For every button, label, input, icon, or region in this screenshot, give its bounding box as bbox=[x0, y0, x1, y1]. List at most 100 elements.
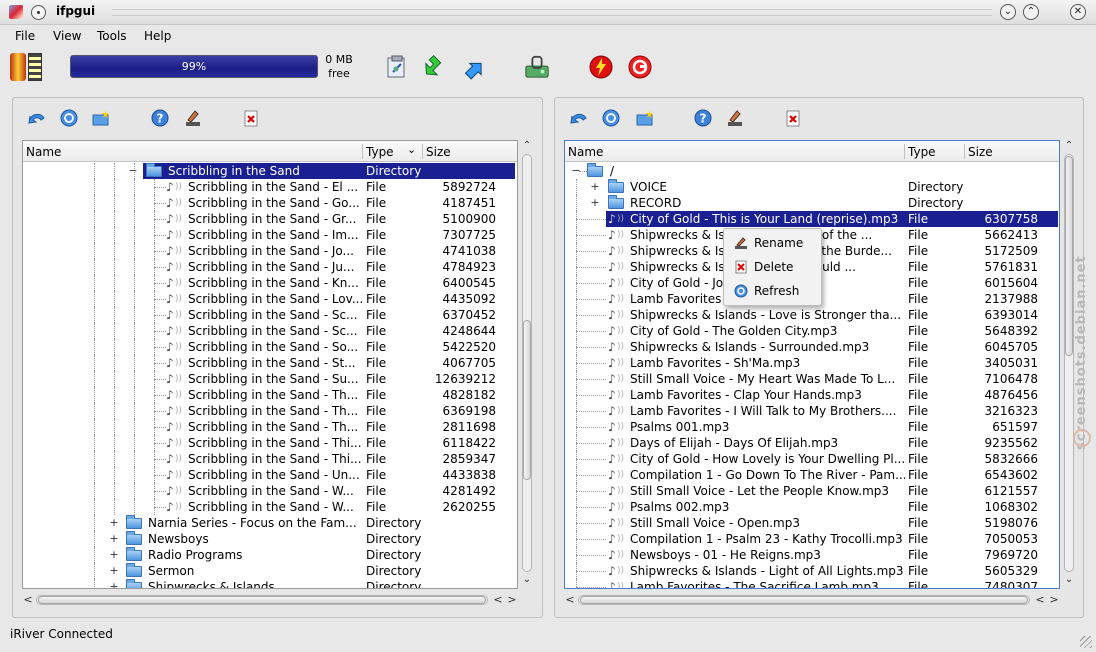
minimize-button[interactable]: ⌄ bbox=[1000, 4, 1016, 20]
scroll-down-icon[interactable]: ⌄ bbox=[520, 574, 534, 586]
menu-file[interactable]: File bbox=[15, 29, 35, 43]
tree-row-file[interactable]: ♪ Still Small Voice - Let the People Know… bbox=[565, 483, 1059, 499]
new-folder-icon[interactable] bbox=[635, 108, 655, 128]
tree-row-file[interactable]: ♪ Scribbling in the Sand - Th... File 48281… bbox=[23, 387, 517, 403]
menu-help[interactable]: Help bbox=[144, 29, 171, 43]
download-arrow-icon[interactable] bbox=[422, 54, 448, 80]
tree-row-file[interactable]: ♪ Scribbling in the Sand - Kn... File 64005… bbox=[23, 275, 517, 291]
tree-row-file[interactable]: ♪ Newsboys - 01 - He Reigns.mp3 File 796972… bbox=[565, 547, 1059, 563]
pin-icon[interactable] bbox=[31, 5, 46, 20]
tree-row-file[interactable]: ♪ Scribbling in the Sand - El ... File 5892… bbox=[23, 179, 517, 195]
tree-row-file[interactable]: ♪ Scribbling in the Sand - Lov...File 4435… bbox=[23, 291, 517, 307]
col-name[interactable]: Name bbox=[568, 145, 603, 159]
scroll-up-icon[interactable]: ⌃ bbox=[1062, 140, 1076, 152]
tree-row-file[interactable]: ♪ Shipwrecks & Islands - Surrounded.mp3 Fi… bbox=[565, 339, 1059, 355]
close-button[interactable]: ✕ bbox=[1070, 4, 1086, 20]
local-vscroll[interactable]: ⌃ ⌄ bbox=[520, 140, 534, 590]
scroll-left-icon[interactable]: < bbox=[564, 593, 576, 607]
refresh-icon[interactable] bbox=[59, 108, 79, 128]
tree-row-file[interactable]: ♪City of Gold - This is Your Land (repri… bbox=[565, 211, 1059, 227]
device-icon[interactable] bbox=[524, 54, 550, 80]
col-size[interactable]: Size bbox=[426, 145, 451, 159]
expand-icon[interactable]: + bbox=[590, 179, 600, 195]
col-type[interactable]: Type bbox=[366, 145, 394, 159]
upload-arrow-icon[interactable] bbox=[461, 54, 487, 80]
tree-row-folder[interactable]: + VOICE Directory bbox=[565, 179, 1059, 195]
rename-icon[interactable] bbox=[183, 108, 203, 128]
back-arrow-icon[interactable] bbox=[569, 108, 589, 128]
tree-row-file[interactable]: ♪ City of Gold - The Golden City.mp3 File 5… bbox=[565, 323, 1059, 339]
menu-view[interactable]: View bbox=[53, 29, 81, 43]
delete-icon[interactable] bbox=[783, 108, 803, 128]
tree-row-file[interactable]: ♪ Shipwrecks & Islands - Love is Stronger… bbox=[565, 307, 1059, 323]
scroll-right-icon[interactable]: > bbox=[1048, 593, 1060, 607]
tree-row-file[interactable]: ♪ Scribbling in the Sand - So... File 54225… bbox=[23, 339, 517, 355]
refresh-icon[interactable] bbox=[601, 108, 621, 128]
scroll-left-icon[interactable]: < bbox=[492, 593, 504, 607]
tree-row-file[interactable]: ♪ Lamb Favorites - I Will Talk to My Brot… bbox=[565, 403, 1059, 419]
expand-icon[interactable]: + bbox=[109, 547, 119, 563]
scroll-right-icon[interactable]: > bbox=[506, 593, 518, 607]
maximize-button[interactable]: ⌃ bbox=[1023, 4, 1039, 20]
collapse-icon[interactable]: − bbox=[128, 163, 138, 179]
tree-row-folder[interactable]: + Radio Programs Directory bbox=[23, 547, 517, 563]
tree-row-folder[interactable]: + Narnia Series - Focus on the Fam... Dire… bbox=[23, 515, 517, 531]
new-folder-icon[interactable] bbox=[91, 108, 111, 128]
tree-row-file[interactable]: ♪ Scribbling in the Sand - Thi... File 6118… bbox=[23, 435, 517, 451]
tree-row-file[interactable]: ♪ Scribbling in the Sand - Th... File 63691… bbox=[23, 403, 517, 419]
rename-icon[interactable] bbox=[725, 108, 745, 128]
tree-row-file[interactable]: ♪ Scribbling in the Sand - Go... File 41874… bbox=[23, 195, 517, 211]
scroll-down-icon[interactable]: ⌄ bbox=[1062, 574, 1076, 586]
delete-icon[interactable] bbox=[241, 108, 261, 128]
resize-grip[interactable] bbox=[1080, 636, 1092, 648]
scroll-left-icon[interactable]: < bbox=[1034, 593, 1046, 607]
device-hscroll[interactable]: < < > bbox=[564, 593, 1060, 607]
tree-row-file[interactable]: ♪ Scribbling in the Sand - Gr... File 51009… bbox=[23, 211, 517, 227]
scroll-up-icon[interactable]: ⌃ bbox=[520, 140, 534, 152]
tree-row-file[interactable]: ♪ Shipwrecks & Islands - Light of All Lig… bbox=[565, 563, 1059, 579]
tree-row-file[interactable]: ♪ Scribbling in the Sand - Un... File 44338… bbox=[23, 467, 517, 483]
expand-icon[interactable]: + bbox=[109, 515, 119, 531]
tree-row-file[interactable]: ♪ Scribbling in the Sand - Thi... File 2859… bbox=[23, 451, 517, 467]
tree-row-folder[interactable]: + Sermon Directory bbox=[23, 563, 517, 579]
expand-icon[interactable]: + bbox=[590, 195, 600, 211]
context-delete[interactable]: Delete bbox=[724, 255, 821, 279]
flash-icon[interactable] bbox=[588, 54, 614, 80]
clipboard-icon[interactable] bbox=[384, 54, 410, 80]
tree-row-file[interactable]: ♪ Scribbling in the Sand - W... File 262025… bbox=[23, 499, 517, 515]
expand-icon[interactable]: + bbox=[109, 531, 119, 547]
expand-icon[interactable]: + bbox=[109, 563, 119, 579]
help-icon[interactable]: ? bbox=[693, 108, 713, 128]
local-hscroll[interactable]: < < > bbox=[22, 593, 518, 607]
tree-row-file[interactable]: ♪ Scribbling in the Sand - St... File 40677… bbox=[23, 355, 517, 371]
tree-row-file[interactable]: ♪ Psalms 002.mp3 File 1068302 bbox=[565, 499, 1059, 515]
tree-row-file[interactable]: ♪ Days of Elijah - Days Of Elijah.mp3 File… bbox=[565, 435, 1059, 451]
tree-row-file[interactable]: ♪ Scribbling in the Sand - Ju... File 47849… bbox=[23, 259, 517, 275]
context-refresh[interactable]: Refresh bbox=[724, 279, 821, 303]
tree-row-file[interactable]: ♪ Lamb Favorites - Clap Your Hands.mp3 Fil… bbox=[565, 387, 1059, 403]
tree-row-file[interactable]: ♪ Compilation 1 - Go Down To The River - … bbox=[565, 467, 1059, 483]
tree-row-folder[interactable]: − Scribbling in the Sand Directory bbox=[23, 163, 517, 179]
tree-row-file[interactable]: ♪ Scribbling in the Sand - Jo... File 47410… bbox=[23, 243, 517, 259]
col-type[interactable]: Type bbox=[908, 145, 936, 159]
tree-row-file[interactable]: ♪ Compilation 1 - Psalm 23 - Kathy Trocol… bbox=[565, 531, 1059, 547]
menu-tools[interactable]: Tools bbox=[97, 29, 127, 43]
tree-row-file[interactable]: ♪ Still Small Voice - My Heart Was Made T… bbox=[565, 371, 1059, 387]
help-icon[interactable]: ? bbox=[150, 108, 170, 128]
tree-row-file[interactable]: ♪ Still Small Voice - Open.mp3 File 5198076 bbox=[565, 515, 1059, 531]
tree-row-folder[interactable]: + RECORD Directory bbox=[565, 195, 1059, 211]
context-rename[interactable]: Rename bbox=[724, 231, 821, 255]
tree-row-file[interactable]: ♪ Lamb Favorites - Sh'Ma.mp3 File 3405031 bbox=[565, 355, 1059, 371]
tree-row-file[interactable]: ♪ City of Gold - How Lovely is Your Dwell… bbox=[565, 451, 1059, 467]
tree-row-file[interactable]: ♪ Scribbling in the Sand - Im... File 73077… bbox=[23, 227, 517, 243]
tree-row-file[interactable]: ♪ Scribbling in the Sand - Th... File 28116… bbox=[23, 419, 517, 435]
expand-icon[interactable]: + bbox=[109, 579, 119, 588]
tree-row-file[interactable]: ♪ Scribbling in the Sand - Sc... File 42486… bbox=[23, 323, 517, 339]
scroll-left-icon[interactable]: < bbox=[22, 593, 34, 607]
tree-row-root[interactable]: − / bbox=[565, 163, 1059, 179]
tree-row-folder[interactable]: + Newsboys Directory bbox=[23, 531, 517, 547]
col-size[interactable]: Size bbox=[968, 145, 993, 159]
tree-row-folder[interactable]: + Shipwrecks & Islands Directory bbox=[23, 579, 517, 588]
tree-row-file[interactable]: ♪ Lamb Favorites - The Sacrifice Lamb.mp3… bbox=[565, 579, 1059, 588]
refresh-circle-icon[interactable] bbox=[627, 54, 653, 80]
